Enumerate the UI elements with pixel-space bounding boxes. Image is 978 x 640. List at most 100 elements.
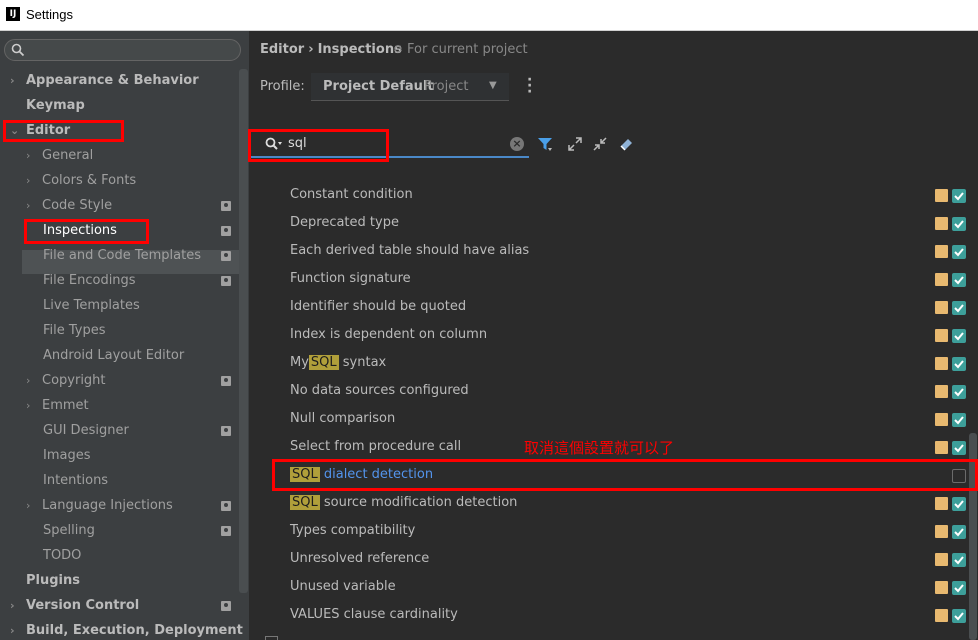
enabled-checkbox[interactable]	[952, 245, 966, 259]
chevron-right-icon: ›	[26, 499, 31, 512]
reset-eraser-icon[interactable]	[618, 136, 634, 152]
inspection-row[interactable]: Each derived table should have alias	[290, 237, 529, 265]
severity-icon	[935, 329, 948, 342]
inspection-row[interactable]: Null comparison	[290, 405, 395, 433]
annotation-text: 取消這個設置就可以了	[524, 439, 675, 457]
chevron-right-icon: ›	[26, 399, 31, 412]
tree-item-spelling[interactable]: Spelling	[43, 519, 95, 543]
chevron-right-icon: ›	[26, 199, 31, 212]
tree-item-todo[interactable]: TODO	[43, 544, 81, 568]
severity-icon	[935, 273, 948, 286]
inspection-row[interactable]: My SQL syntax	[290, 349, 386, 377]
sidebar-scrollbar[interactable]	[239, 69, 248, 593]
tree-item-colors-fonts[interactable]: › Colors & Fonts	[26, 169, 136, 193]
severity-icon	[935, 413, 948, 426]
inspections-panel: Editor › Inspections ⚙ For current project…	[249, 31, 978, 640]
project-scope-icon	[221, 526, 231, 536]
collapse-all-icon[interactable]	[592, 136, 608, 152]
window-title: Settings	[26, 7, 73, 22]
inspection-row[interactable]: Select from procedure call	[290, 433, 461, 461]
enabled-checkbox[interactable]	[952, 609, 966, 623]
tree-item-file-encodings[interactable]: File Encodings	[43, 269, 136, 293]
breadcrumb: Editor › Inspections	[260, 42, 402, 57]
annotation-box-filter	[248, 129, 389, 162]
severity-icon	[935, 189, 948, 202]
annotation-box-editor	[3, 120, 124, 142]
expand-all-icon[interactable]	[567, 136, 583, 152]
inspection-row[interactable]: Deprecated type	[290, 209, 399, 237]
app-logo-icon: IJ	[6, 7, 20, 21]
annotation-box-sql-dialect	[272, 459, 978, 491]
inspection-row[interactable]: VALUES clause cardinality	[290, 601, 458, 629]
inspection-row[interactable]: SQL source modification detection	[290, 489, 517, 517]
tree-item-file-types[interactable]: File Types	[43, 319, 106, 343]
enabled-checkbox[interactable]	[952, 441, 966, 455]
inspection-row[interactable]: Index is dependent on column	[290, 321, 487, 349]
enabled-checkbox[interactable]	[952, 553, 966, 567]
severity-icon	[935, 301, 948, 314]
tree-item-version-control[interactable]: › Version Control	[10, 594, 139, 618]
tree-item-appearance[interactable]: › Appearance & Behavior	[10, 69, 199, 93]
tree-item-plugins[interactable]: Plugins	[26, 569, 80, 593]
checkmark-icon	[954, 528, 964, 537]
inspection-row[interactable]: Identifier should be quoted	[290, 293, 466, 321]
enabled-checkbox[interactable]	[952, 357, 966, 371]
enabled-checkbox[interactable]	[952, 385, 966, 399]
enabled-checkbox[interactable]	[952, 273, 966, 287]
enabled-checkbox[interactable]	[952, 413, 966, 427]
project-scope-icon	[221, 226, 231, 236]
search-icon	[11, 43, 25, 57]
dropdown-arrow-icon: ▼	[489, 80, 497, 91]
project-scope-icon	[221, 376, 231, 386]
tree-item-language-injections[interactable]: › Language Injections	[26, 494, 173, 518]
enabled-checkbox[interactable]	[952, 329, 966, 343]
inspection-row[interactable]: Unresolved reference	[290, 545, 429, 573]
inspection-row[interactable]: Unused variable	[290, 573, 396, 601]
project-scope-icon	[221, 251, 231, 261]
project-scope-icon	[221, 601, 231, 611]
scope-note: ⚙ For current project	[393, 42, 528, 57]
enabled-checkbox[interactable]	[952, 525, 966, 539]
profile-dropdown[interactable]: Project Default Project ▼	[311, 73, 509, 101]
tree-item-emmet[interactable]: › Emmet	[26, 394, 89, 418]
severity-icon	[935, 525, 948, 538]
tree-item-images[interactable]: Images	[43, 444, 91, 468]
inspection-row[interactable]: Types compatibility	[290, 517, 415, 545]
checkmark-icon	[954, 304, 964, 313]
enabled-checkbox[interactable]	[952, 301, 966, 315]
partial-checkbox[interactable]	[265, 636, 278, 640]
enabled-checkbox[interactable]	[952, 581, 966, 595]
inspection-row[interactable]: No data sources configured	[290, 377, 469, 405]
enabled-checkbox[interactable]	[952, 497, 966, 511]
chevron-right-icon: ›	[10, 74, 15, 87]
inspection-row[interactable]: Function signature	[290, 265, 411, 293]
checkmark-icon	[954, 192, 964, 201]
tree-item-keymap[interactable]: Keymap	[26, 94, 85, 118]
severity-icon	[935, 441, 948, 454]
tree-item-copyright[interactable]: › Copyright	[26, 369, 106, 393]
project-scope-icon	[221, 276, 231, 286]
tree-item-code-style[interactable]: › Code Style	[26, 194, 112, 218]
tree-item-build-execution[interactable]: › Build, Execution, Deployment	[10, 619, 243, 640]
tree-item-general[interactable]: › General	[26, 144, 93, 168]
severity-icon	[935, 245, 948, 258]
checkmark-icon	[954, 500, 964, 509]
sidebar-search-input[interactable]	[4, 39, 241, 61]
tree-item-intentions[interactable]: Intentions	[43, 469, 108, 493]
checkmark-icon	[954, 220, 964, 229]
clear-icon[interactable]: ×	[510, 137, 524, 151]
checkmark-icon	[954, 276, 964, 285]
enabled-checkbox[interactable]	[952, 217, 966, 231]
project-scope-icon	[221, 201, 231, 211]
tree-item-gui-designer[interactable]: GUI Designer	[43, 419, 129, 443]
filter-icon[interactable]	[537, 136, 553, 152]
severity-icon	[935, 581, 948, 594]
inspection-row[interactable]: Constant condition	[290, 181, 413, 209]
tree-item-file-code-templates[interactable]: File and Code Templates	[43, 244, 201, 268]
tree-item-android-layout-editor[interactable]: Android Layout Editor	[43, 344, 184, 368]
checkmark-icon	[954, 248, 964, 257]
tree-item-live-templates[interactable]: Live Templates	[43, 294, 140, 318]
checkmark-icon	[954, 332, 964, 341]
more-options-icon[interactable]: · · ·	[527, 73, 532, 99]
enabled-checkbox[interactable]	[952, 189, 966, 203]
